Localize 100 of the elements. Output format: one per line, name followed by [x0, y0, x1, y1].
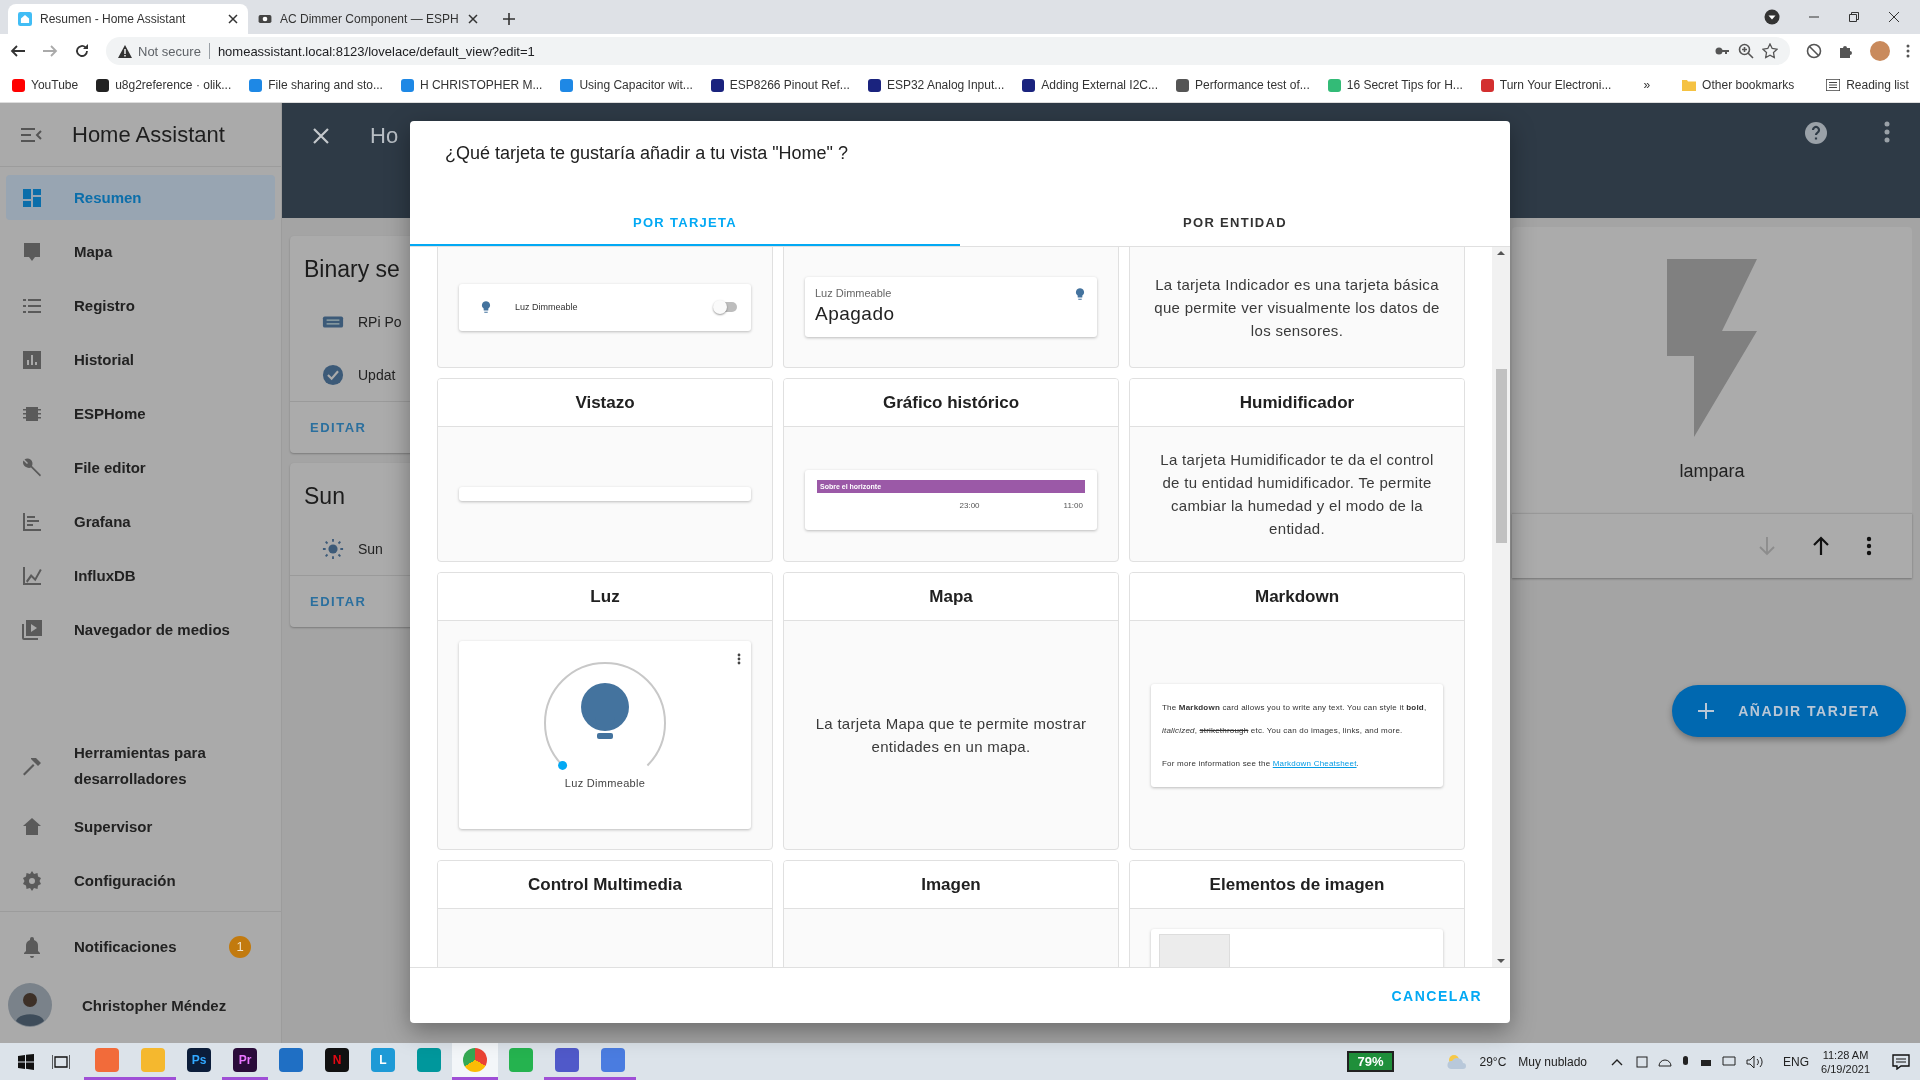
warning-icon — [118, 44, 132, 58]
sidebar-item[interactable]: File editor — [6, 445, 275, 490]
more-bookmarks-button[interactable]: » — [1641, 76, 1653, 94]
more-icon[interactable] — [737, 653, 741, 665]
battery-indicator[interactable]: 79% — [1347, 1051, 1394, 1072]
sidebar-item[interactable]: Supervisor — [6, 804, 275, 849]
bookmark-link[interactable]: Using Capacitor wit... — [558, 76, 695, 94]
axis-tick-label: 11:00 — [1063, 501, 1083, 510]
bookmark-link[interactable]: YouTube — [10, 76, 81, 94]
bookmark-link[interactable]: H CHRISTOPHER M... — [398, 76, 545, 94]
scrollbar[interactable] — [1492, 247, 1510, 967]
card-option[interactable]: Mapa La tarjeta Mapa que te permite mostrar entidades en un mapa. — [783, 572, 1119, 850]
plus-icon[interactable] — [502, 12, 516, 26]
language-indicator[interactable]: ENG — [1783, 1054, 1810, 1069]
bookmark-link[interactable]: Turn Your Electroni... — [1478, 76, 1614, 94]
puzzle-icon[interactable] — [1838, 43, 1854, 59]
notification-center-icon[interactable] — [1892, 1053, 1910, 1070]
sun-icon — [322, 537, 344, 560]
browser-tab[interactable]: Resumen - Home Assistant — [8, 4, 248, 34]
card-option[interactable]: La tarjeta Indicador es una tarjeta básica que permite ver visualmente los datos de los sensores. — [1129, 247, 1465, 368]
restore-icon[interactable] — [1848, 11, 1860, 23]
back-icon[interactable] — [10, 43, 26, 59]
profile-avatar[interactable] — [1870, 41, 1890, 61]
toggle-switch[interactable] — [715, 302, 737, 312]
bookmark-link[interactable]: u8g2reference · olik... — [94, 76, 234, 94]
card-option[interactable]: Luz Dimmeable — [437, 247, 773, 368]
entity-state: Apagado — [815, 303, 895, 325]
close-icon[interactable] — [468, 14, 478, 24]
bookmark-link[interactable]: Adding External I2C... — [1020, 76, 1161, 94]
close-icon[interactable] — [1888, 11, 1900, 23]
card-description: La tarjeta Humidificador te da el control de tu entidad humidificador. Te permite cambiar la humedad y el modo de la entidad. — [1159, 450, 1435, 539]
card-option[interactable]: Luz Luz Dimmeable — [437, 572, 773, 850]
arrow-up-icon[interactable] — [1812, 536, 1830, 556]
sidebar-item[interactable]: InfluxDB — [6, 553, 275, 598]
card-option[interactable]: Vistazo — [437, 378, 773, 562]
zoom-icon[interactable] — [1738, 43, 1754, 59]
close-icon[interactable] — [228, 14, 238, 24]
entity-name: Luz Dimmeable — [815, 287, 893, 299]
windows-start-icon[interactable] — [18, 1053, 34, 1070]
taskbar-app[interactable] — [452, 1043, 498, 1080]
card-option[interactable]: Imagen — [783, 860, 1119, 967]
bulb-icon[interactable] — [581, 683, 629, 739]
card-option[interactable]: Luz Dimmeable Apagado — [783, 247, 1119, 368]
taskbar-app[interactable]: N — [314, 1043, 360, 1080]
brightness-dial[interactable] — [544, 662, 666, 770]
taskbar-app[interactable]: Pr — [222, 1043, 268, 1080]
entity-name: Updat — [358, 366, 396, 383]
bulb-icon — [1073, 287, 1087, 301]
blocked-icon[interactable] — [1806, 43, 1822, 59]
card-title: Vistazo — [575, 392, 635, 413]
bookmark-link[interactable]: Performance test of... — [1174, 76, 1312, 94]
notification-badge: 1 — [229, 935, 251, 958]
sidebar-item[interactable]: Historial — [6, 337, 275, 382]
more-icon[interactable] — [1866, 536, 1872, 556]
reading-list-icon — [1826, 79, 1841, 91]
browser-tab[interactable]: AC Dimmer Component — ESPH — [248, 4, 488, 34]
help-icon[interactable] — [1804, 121, 1828, 145]
view-title: Ho — [370, 123, 399, 149]
entity-card[interactable]: lampara — [1512, 227, 1912, 513]
card-option[interactable]: Humidificador La tarjeta Humidificador te da el control de tu entidad humidificador. Te permite cambiar la humedad y el modo de la entidad. — [1129, 378, 1465, 562]
dialog-title: ¿Qué tarjeta te gustaría añadir a tu vista "Home" ? — [445, 142, 848, 164]
reload-icon[interactable] — [74, 43, 90, 59]
caret-up-icon[interactable] — [1611, 1057, 1624, 1066]
sidebar-item[interactable]: Herramientas para desarrolladores — [6, 737, 275, 795]
notifications-item[interactable]: Notificaciones 1 — [6, 924, 275, 969]
bookmark-link[interactable]: ESP8266 Pinout Ref... — [708, 76, 852, 94]
star-icon[interactable] — [1762, 43, 1778, 59]
entity-name: Luz Dimmeable — [564, 777, 646, 789]
card-title: Control Multimedia — [528, 874, 682, 895]
more-icon[interactable] — [1884, 121, 1890, 143]
reading-list-button[interactable]: Reading list — [1824, 76, 1911, 94]
menu-icon[interactable] — [20, 126, 42, 143]
user-name: Christopher Méndez — [82, 996, 227, 1014]
task-view-icon[interactable] — [52, 1053, 70, 1070]
folder-icon — [1682, 79, 1697, 91]
bookmark-folder[interactable]: Other bookmarks — [1680, 76, 1797, 94]
sidebar-item[interactable]: Mapa — [6, 229, 275, 274]
user-avatar[interactable] — [8, 983, 52, 1027]
card-option[interactable]: Markdown The Markdown card allows you to write any text. You can style it bold, italicized, strikethrough etc. You can do images, links, and more. For more information see the Markdown Cheatsheet. — [1129, 572, 1465, 850]
profile-dropdown-icon[interactable] — [1764, 9, 1780, 25]
bookmark-link[interactable]: 16 Secret Tips for H... — [1325, 76, 1465, 94]
card-description: La tarjeta Mapa que te permite mostrar entidades en un mapa. — [814, 714, 1088, 757]
clock[interactable]: 11:28 AM 6/19/2021 — [1821, 1047, 1870, 1076]
bookmark-link[interactable]: File sharing and sto... — [247, 76, 385, 94]
tab-title: AC Dimmer Component — ESPH — [280, 12, 460, 26]
sidebar-item[interactable]: ESPHome — [6, 391, 275, 436]
menu-icon[interactable] — [1906, 44, 1910, 58]
card-option[interactable]: Elementos de imagen — [1129, 860, 1465, 967]
card-option[interactable]: Control Multimedia — [437, 860, 773, 967]
sidebar-item[interactable]: Grafana — [6, 499, 275, 544]
dialog-tab[interactable]: POR ENTIDAD — [960, 201, 1510, 246]
scroll-thumb[interactable] — [1495, 369, 1507, 543]
axis-tick-label: 23:00 — [959, 501, 980, 510]
sidebar-item[interactable]: Configuración — [6, 858, 275, 903]
taskbar-app[interactable]: Ps — [176, 1043, 222, 1080]
card-title: Humidificador — [1239, 392, 1355, 413]
sidebar-item[interactable]: Registro — [6, 283, 275, 328]
bookmark-link[interactable]: ESP32 Analog Input... — [865, 76, 1007, 94]
sidebar-item[interactable]: Navegador de medios — [6, 607, 275, 652]
address-bar[interactable]: Not secure homeassistant.local:8123/lovelace/default_view?edit=1 — [106, 37, 1790, 65]
